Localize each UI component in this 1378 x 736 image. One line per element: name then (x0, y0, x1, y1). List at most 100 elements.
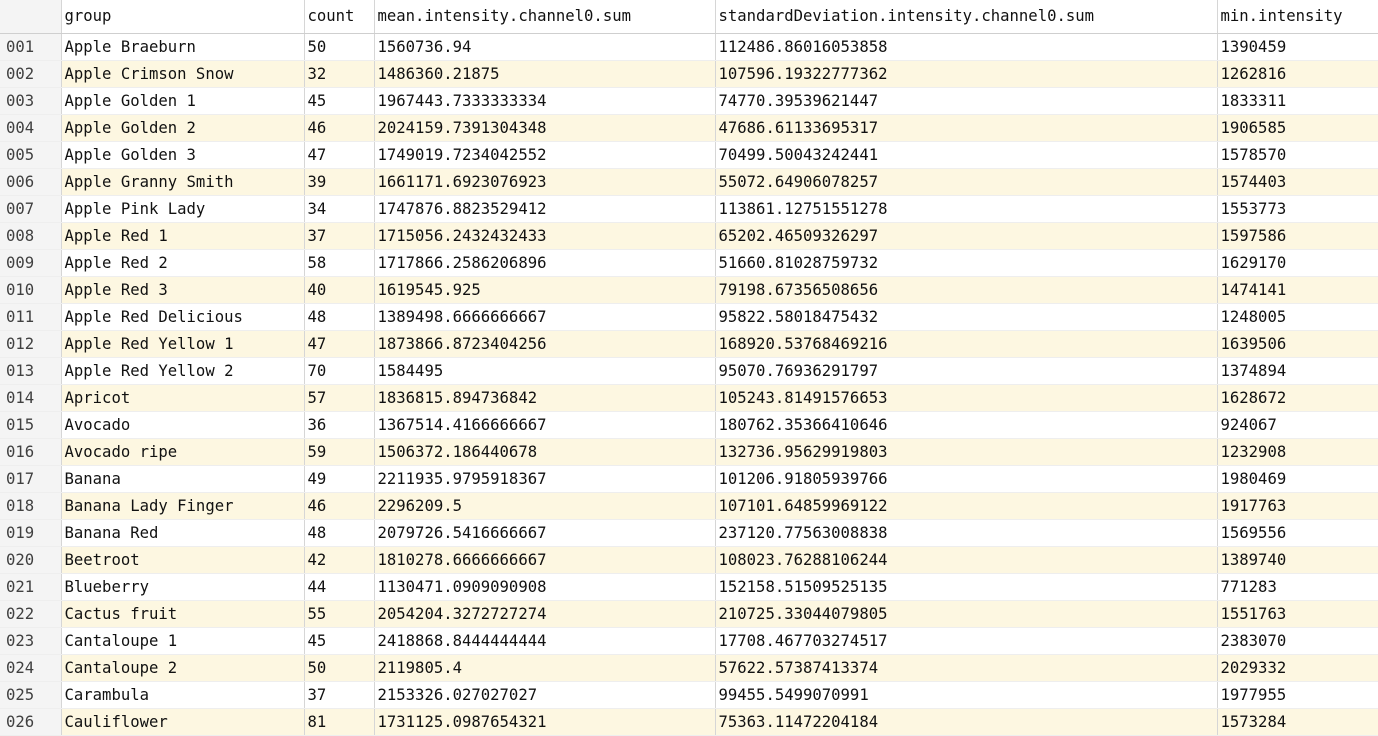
cell-mean[interactable]: 1747876.8823529412 (373, 195, 715, 223)
cell-std[interactable]: 65202.46509326297 (714, 222, 1217, 250)
cell-std[interactable]: 105243.81491576653 (714, 384, 1217, 412)
cell-group[interactable]: Blueberry (60, 573, 304, 601)
cell-std[interactable]: 95070.76936291797 (714, 357, 1217, 385)
cell-std[interactable]: 57622.57387413374 (714, 654, 1217, 682)
table-row[interactable]: 018 Banana Lady Finger 46 2296209.5 107101.6… (0, 492, 1378, 520)
cell-min[interactable]: 771283 (1216, 573, 1378, 601)
cell-min[interactable]: 1374894 (1216, 357, 1378, 385)
cell-min[interactable]: 1248005 (1216, 303, 1378, 331)
cell-count[interactable]: 45 (303, 87, 374, 115)
cell-mean[interactable]: 1560736.94 (373, 33, 715, 61)
cell-min[interactable]: 1574403 (1216, 168, 1378, 196)
cell-count[interactable]: 49 (303, 465, 374, 493)
cell-count[interactable]: 50 (303, 654, 374, 682)
cell-count[interactable]: 50 (303, 33, 374, 61)
table-row[interactable]: 003 Apple Golden 1 45 1967443.7333333334 747… (0, 87, 1378, 115)
cell-group[interactable]: Apple Golden 1 (60, 87, 304, 115)
cell-group[interactable]: Beetroot (60, 546, 304, 574)
cell-count[interactable]: 44 (303, 573, 374, 601)
cell-mean[interactable]: 1584495 (373, 357, 715, 385)
cell-mean[interactable]: 2054204.3272727274 (373, 600, 715, 628)
cell-std[interactable]: 237120.77563008838 (714, 519, 1217, 547)
cell-std[interactable]: 113861.12751551278 (714, 195, 1217, 223)
cell-count[interactable]: 39 (303, 168, 374, 196)
table-row[interactable]: 007 Apple Pink Lady 34 1747876.8823529412 11… (0, 195, 1378, 223)
cell-mean[interactable]: 1810278.6666666667 (373, 546, 715, 574)
table-row[interactable]: 022 Cactus fruit 55 2054204.3272727274 21072… (0, 600, 1378, 628)
cell-mean[interactable]: 1715056.2432432433 (373, 222, 715, 250)
table-row[interactable]: 009 Apple Red 2 58 1717866.2586206896 51660.… (0, 249, 1378, 277)
cell-group[interactable]: Cauliflower (60, 708, 304, 736)
cell-mean[interactable]: 1967443.7333333334 (373, 87, 715, 115)
cell-group[interactable]: Apple Pink Lady (60, 195, 304, 223)
cell-std[interactable]: 47686.61133695317 (714, 114, 1217, 142)
cell-mean[interactable]: 1749019.7234042552 (373, 141, 715, 169)
cell-min[interactable]: 2383070 (1216, 627, 1378, 655)
cell-count[interactable]: 81 (303, 708, 374, 736)
cell-mean[interactable]: 1731125.0987654321 (373, 708, 715, 736)
cell-mean[interactable]: 2153326.027027027 (373, 681, 715, 709)
table-row[interactable]: 011 Apple Red Delicious 48 1389498.66666666… (0, 303, 1378, 331)
table-row[interactable]: 004 Apple Golden 2 46 2024159.7391304348 476… (0, 114, 1378, 142)
table-row[interactable]: 012 Apple Red Yellow 1 47 1873866.872340425… (0, 330, 1378, 358)
cell-min[interactable]: 1629170 (1216, 249, 1378, 277)
cell-min[interactable]: 1977955 (1216, 681, 1378, 709)
column-header-mean[interactable]: mean.intensity.channel0.sum (373, 0, 715, 34)
cell-group[interactable]: Cantaloupe 2 (60, 654, 304, 682)
cell-std[interactable]: 107101.64859969122 (714, 492, 1217, 520)
column-header-std[interactable]: standardDeviation.intensity.channel0.sum (714, 0, 1217, 34)
table-row[interactable]: 021 Blueberry 44 1130471.0909090908 152158.5… (0, 573, 1378, 601)
table-row[interactable]: 017 Banana 49 2211935.9795918367 101206.9180… (0, 465, 1378, 493)
cell-count[interactable]: 59 (303, 438, 374, 466)
cell-min[interactable]: 1578570 (1216, 141, 1378, 169)
cell-min[interactable]: 2029332 (1216, 654, 1378, 682)
cell-std[interactable]: 101206.91805939766 (714, 465, 1217, 493)
cell-std[interactable]: 79198.67356508656 (714, 276, 1217, 304)
table-row[interactable]: 008 Apple Red 1 37 1715056.2432432433 65202.… (0, 222, 1378, 250)
cell-mean[interactable]: 2119805.4 (373, 654, 715, 682)
cell-count[interactable]: 48 (303, 303, 374, 331)
cell-group[interactable]: Apple Braeburn (60, 33, 304, 61)
cell-min[interactable]: 1628672 (1216, 384, 1378, 412)
column-header-min[interactable]: min.intensity (1216, 0, 1378, 34)
cell-mean[interactable]: 1506372.186440678 (373, 438, 715, 466)
cell-std[interactable]: 210725.33044079805 (714, 600, 1217, 628)
cell-count[interactable]: 32 (303, 60, 374, 88)
cell-std[interactable]: 107596.19322777362 (714, 60, 1217, 88)
cell-count[interactable]: 42 (303, 546, 374, 574)
cell-group[interactable]: Apple Crimson Snow (60, 60, 304, 88)
cell-group[interactable]: Cantaloupe 1 (60, 627, 304, 655)
cell-group[interactable]: Apricot (60, 384, 304, 412)
cell-mean[interactable]: 1873866.8723404256 (373, 330, 715, 358)
table-row[interactable]: 019 Banana Red 48 2079726.5416666667 237120.… (0, 519, 1378, 547)
table-row[interactable]: 001 Apple Braeburn 50 1560736.94 112486.8601… (0, 33, 1378, 61)
table-row[interactable]: 016 Avocado ripe 59 1506372.186440678 132736… (0, 438, 1378, 466)
cell-group[interactable]: Avocado (60, 411, 304, 439)
cell-std[interactable]: 17708.467703274517 (714, 627, 1217, 655)
table-row[interactable]: 020 Beetroot 42 1810278.6666666667 108023.76… (0, 546, 1378, 574)
cell-min[interactable]: 1262816 (1216, 60, 1378, 88)
table-row[interactable]: 025 Carambula 37 2153326.027027027 99455.549… (0, 681, 1378, 709)
table-row[interactable]: 006 Apple Granny Smith 39 1661171.692307692… (0, 168, 1378, 196)
cell-min[interactable]: 1917763 (1216, 492, 1378, 520)
table-row[interactable]: 010 Apple Red 3 40 1619545.925 79198.6735650… (0, 276, 1378, 304)
cell-min[interactable]: 1232908 (1216, 438, 1378, 466)
table-row[interactable]: 023 Cantaloupe 1 45 2418868.8444444444 17708… (0, 627, 1378, 655)
cell-count[interactable]: 48 (303, 519, 374, 547)
cell-mean[interactable]: 2079726.5416666667 (373, 519, 715, 547)
cell-group[interactable]: Apple Golden 2 (60, 114, 304, 142)
cell-min[interactable]: 1639506 (1216, 330, 1378, 358)
cell-std[interactable]: 75363.11472204184 (714, 708, 1217, 736)
table-row[interactable]: 013 Apple Red Yellow 2 70 1584495 95070.7693… (0, 357, 1378, 385)
cell-std[interactable]: 95822.58018475432 (714, 303, 1217, 331)
cell-std[interactable]: 55072.64906078257 (714, 168, 1217, 196)
table-row[interactable]: 005 Apple Golden 3 47 1749019.7234042552 704… (0, 141, 1378, 169)
cell-count[interactable]: 47 (303, 141, 374, 169)
cell-count[interactable]: 37 (303, 681, 374, 709)
cell-std[interactable]: 70499.50043242441 (714, 141, 1217, 169)
table-row[interactable]: 015 Avocado 36 1367514.4166666667 180762.353… (0, 411, 1378, 439)
cell-group[interactable]: Apple Red 2 (60, 249, 304, 277)
cell-min[interactable]: 1597586 (1216, 222, 1378, 250)
cell-std[interactable]: 168920.53768469216 (714, 330, 1217, 358)
cell-mean[interactable]: 2211935.9795918367 (373, 465, 715, 493)
